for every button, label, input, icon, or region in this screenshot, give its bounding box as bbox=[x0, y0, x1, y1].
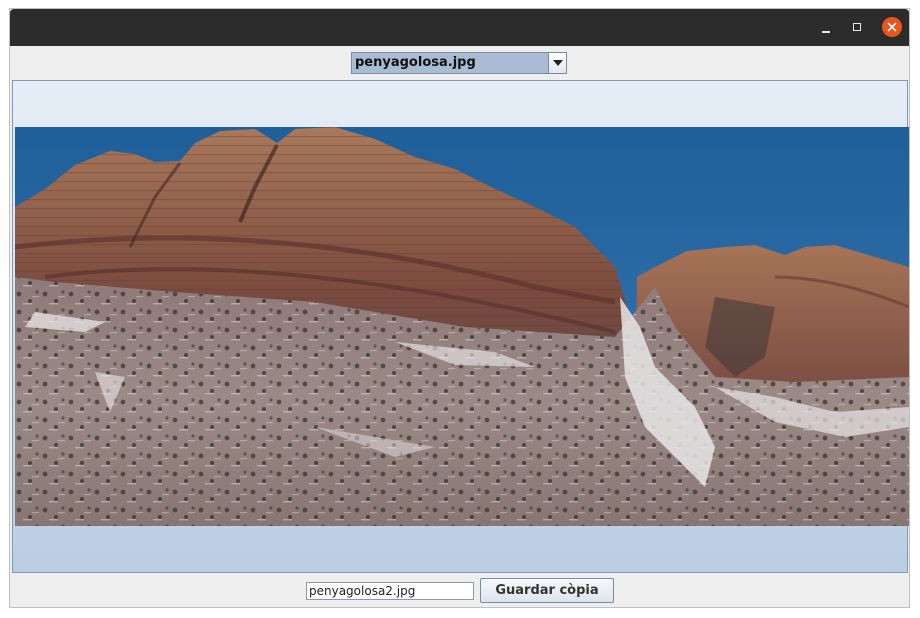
image-select-dropdown[interactable]: penyagolosa.jpg bbox=[351, 52, 567, 74]
filename-input[interactable] bbox=[306, 582, 474, 600]
chevron-down-icon bbox=[553, 60, 563, 66]
close-button[interactable] bbox=[882, 17, 902, 37]
dropdown-selected-value[interactable]: penyagolosa.jpg bbox=[352, 53, 549, 73]
app-window: penyagolosa.jpg penyagolosa2.jpg Guardar… bbox=[9, 8, 910, 608]
mountain-photo bbox=[15, 127, 909, 526]
save-copy-button[interactable]: Guardar còpia bbox=[480, 578, 614, 603]
dropdown-arrow-button[interactable] bbox=[548, 53, 566, 73]
image-display-panel bbox=[12, 80, 909, 573]
maximize-button[interactable] bbox=[848, 18, 868, 38]
minimize-button[interactable] bbox=[816, 18, 836, 38]
title-bar[interactable] bbox=[10, 9, 909, 46]
close-icon bbox=[887, 22, 897, 32]
